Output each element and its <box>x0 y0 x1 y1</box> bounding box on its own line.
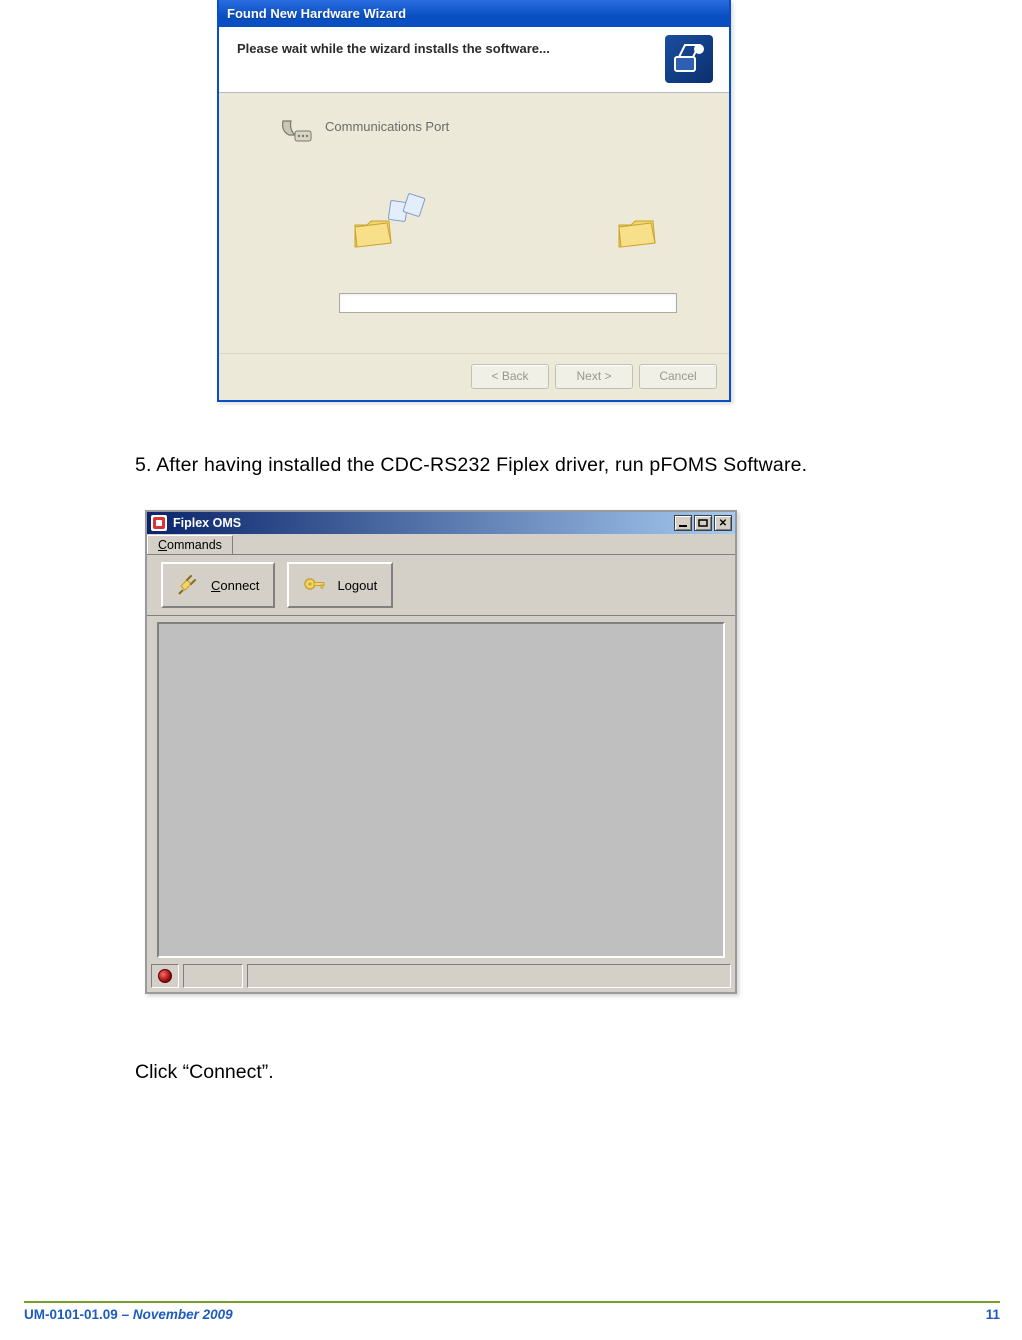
doc-id: UM-0101-01.09 – November 2009 <box>24 1307 233 1322</box>
instruction-step-5: 5. After having installed the CDC-RS232 … <box>135 454 807 477</box>
oms-menubar: Commands <box>147 534 735 555</box>
status-cell-1 <box>183 964 243 988</box>
menu-commands[interactable]: Commands <box>147 535 233 554</box>
hardware-icon <box>665 35 713 83</box>
wizard-body: Communications Port <box>219 93 729 353</box>
wizard-header: Please wait while the wizard installs th… <box>219 27 729 93</box>
led-red-icon <box>158 969 172 983</box>
minimize-button[interactable] <box>674 515 692 531</box>
connect-button[interactable]: Connect <box>161 562 275 608</box>
logout-label: Logout <box>337 578 377 593</box>
menu-commands-label: ommands <box>167 538 222 552</box>
destination-folder-icon <box>617 217 657 249</box>
progress-bar <box>339 293 677 313</box>
logout-button[interactable]: Logout <box>287 562 393 608</box>
oms-content-area <box>157 622 725 958</box>
oms-statusbar <box>151 964 731 988</box>
maximize-button[interactable] <box>694 515 712 531</box>
plug-icon <box>177 572 201 599</box>
serial-port-icon <box>279 111 315 147</box>
cancel-button[interactable]: Cancel <box>639 364 717 389</box>
wizard-footer: < Back Next > Cancel <box>219 353 729 398</box>
status-cell-2 <box>247 964 731 988</box>
page-number: 11 <box>986 1307 1000 1322</box>
wizard-title: Found New Hardware Wizard <box>227 6 406 21</box>
wizard-titlebar: Found New Hardware Wizard <box>219 0 729 27</box>
oms-title: Fiplex OMS <box>173 516 241 530</box>
app-icon <box>151 515 167 531</box>
wizard-heading: Please wait while the wizard installs th… <box>237 41 711 56</box>
key-icon <box>303 572 327 599</box>
close-button[interactable]: ✕ <box>714 515 732 531</box>
source-folder-icon <box>353 217 393 249</box>
status-led <box>151 964 179 988</box>
fiplex-oms-window: Fiplex OMS ✕ Commands Connect Logout <box>145 510 737 994</box>
instruction-click-connect: Click “Connect”. <box>135 1061 274 1084</box>
back-button[interactable]: < Back <box>471 364 549 389</box>
hardware-wizard-window: Found New Hardware Wizard Please wait wh… <box>217 0 731 402</box>
device-label: Communications Port <box>325 119 449 134</box>
oms-titlebar: Fiplex OMS ✕ <box>147 512 735 534</box>
next-button[interactable]: Next > <box>555 364 633 389</box>
oms-toolbar: Connect Logout <box>147 555 735 616</box>
page-footer: UM-0101-01.09 – November 2009 11 <box>24 1301 1000 1322</box>
